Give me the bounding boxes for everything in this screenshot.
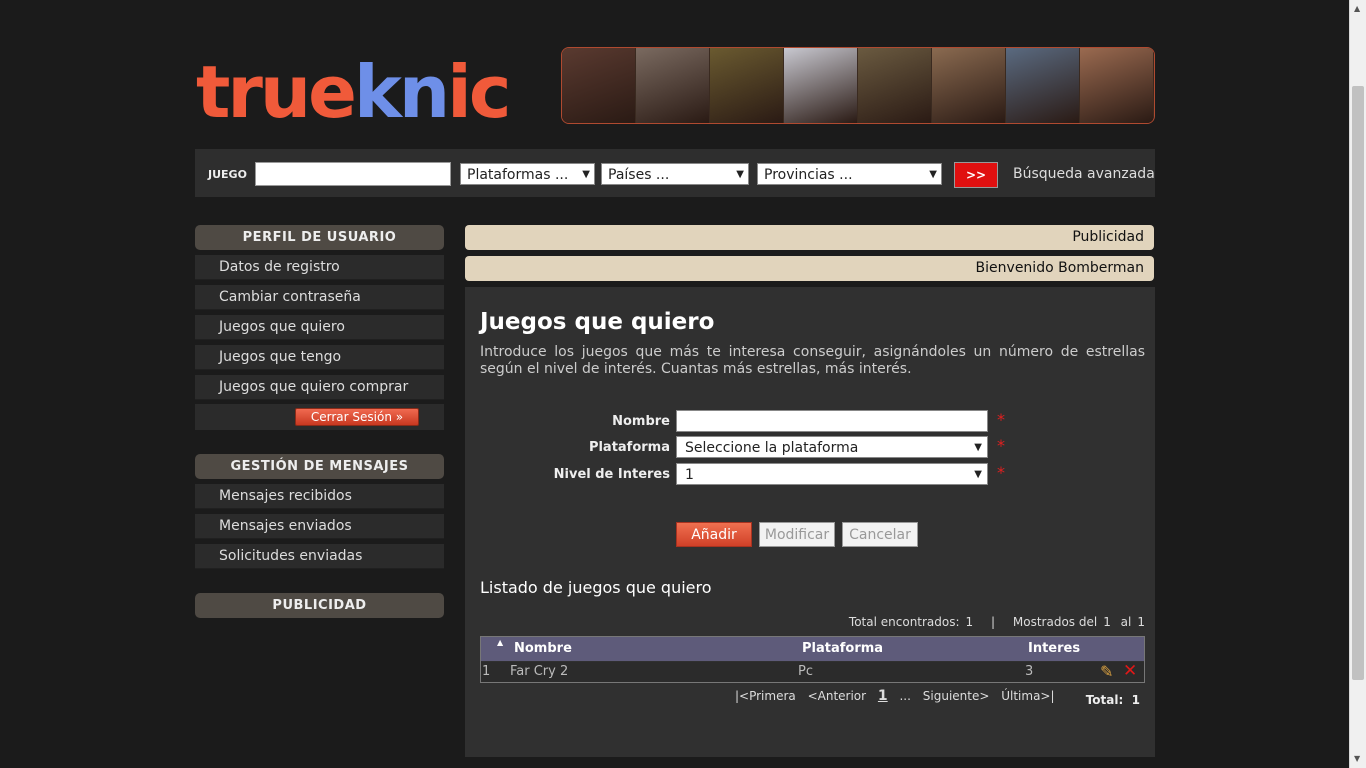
banner-character-image [1080,48,1154,123]
sidebar-item-owned-games[interactable]: Juegos que tengo [195,345,444,370]
platform-field[interactable]: Seleccione la plataforma ▼ [676,436,988,458]
banner-character-image [562,48,636,123]
search-bar: JUEGO Plataformas ... ▼ Países ... ▼ Provi… [195,149,1155,197]
search-label: JUEGO [208,168,247,181]
ads-section-title: PUBLICIDAD [195,593,444,618]
interest-level-label: Nivel de Interes [553,467,670,482]
delete-icon[interactable]: ✕ [1123,661,1137,681]
column-interest[interactable]: Interes [1028,641,1080,656]
site-logo[interactable]: trueknic [196,52,536,132]
banner-character-image [932,48,1006,123]
logout-row: Cerrar Sesión » [195,404,444,430]
main-panel: Juegos que quiero Introduce los juegos q… [465,287,1155,757]
list-title: Listado de juegos que quiero [480,578,712,597]
edit-pencil-icon[interactable]: ✎ [1100,662,1113,681]
sidebar-item-change-password[interactable]: Cambiar contraseña [195,285,444,310]
platform-select[interactable]: Plataformas ... ▼ [460,163,595,185]
dropdown-arrow-icon: ▼ [974,442,982,453]
results-summary: Total encontrados: 1 | Mostrados del 1 al 1 [848,615,1145,629]
sidebar-item-sent[interactable]: Mensajes enviados [195,514,444,539]
profile-section-title: PERFIL DE USUARIO [195,225,444,250]
column-platform[interactable]: Plataforma [802,641,883,656]
required-mark: * [997,463,1005,482]
cancel-button[interactable]: Cancelar [842,522,918,547]
banner-character-image [1006,48,1080,123]
ads-bar: Publicidad [465,225,1154,250]
banner-character-image [636,48,710,123]
table-row: 1 Far Cry 2 Pc 3 ✎ ✕ [481,661,1144,682]
row-index: 1 [482,664,491,679]
game-search-input[interactable] [255,162,451,186]
grand-total: Total: 1 [1085,693,1140,707]
pager-ellipsis: ... [899,689,911,703]
interest-level-field[interactable]: 1 ▼ [676,463,988,485]
page-scrollbar[interactable]: ▲ ▼ [1349,0,1366,768]
last-page-link[interactable]: Última>| [1001,689,1054,703]
row-platform: Pc [798,664,813,679]
dropdown-arrow-icon: ▼ [974,469,982,480]
banner-character-image [858,48,932,123]
pagination: |<Primera <Anterior 1 ... Siguiente> Últ… [735,688,1063,704]
row-interest: 3 [1025,664,1034,679]
first-page-link[interactable]: |<Primera [735,689,796,703]
sidebar-item-buy-games[interactable]: Juegos que quiero comprar [195,375,444,400]
scrollbar-thumb[interactable] [1352,86,1364,680]
province-select[interactable]: Provincias ... ▼ [757,163,942,185]
page-title: Juegos que quiero [480,309,715,335]
dropdown-arrow-icon: ▼ [582,169,590,180]
welcome-bar: Bienvenido Bomberman [465,256,1154,281]
name-field[interactable] [676,410,988,432]
sidebar-item-registration[interactable]: Datos de registro [195,255,444,280]
page-intro: Introduce los juegos que más te interesa… [480,344,1145,377]
column-name[interactable]: Nombre [514,641,572,656]
games-table: ▲ Nombre Plataforma Interes 1 Far Cry 2 … [480,636,1145,683]
platform-label: Plataforma [588,440,670,455]
required-mark: * [997,436,1005,455]
scroll-up-icon[interactable]: ▲ [1354,4,1360,13]
row-name: Far Cry 2 [510,664,569,679]
required-mark: * [997,410,1005,429]
scroll-down-icon[interactable]: ▼ [1354,754,1360,763]
current-page[interactable]: 1 [878,688,888,704]
messages-section-title: GESTIÓN DE MENSAJES [195,454,444,479]
add-button[interactable]: Añadir [676,522,752,547]
country-select[interactable]: Países ... ▼ [601,163,749,185]
dropdown-arrow-icon: ▼ [929,169,937,180]
sidebar-item-requests[interactable]: Solicitudes enviadas [195,544,444,569]
banner-character-image [710,48,784,123]
table-header: ▲ Nombre Plataforma Interes [481,637,1144,661]
logout-button[interactable]: Cerrar Sesión » [295,408,419,426]
search-button[interactable]: >> [954,162,998,188]
next-page-link[interactable]: Siguiente> [923,689,990,703]
sidebar-item-wanted-games[interactable]: Juegos que quiero [195,315,444,340]
dropdown-arrow-icon: ▼ [736,169,744,180]
prev-page-link[interactable]: <Anterior [808,689,867,703]
modify-button[interactable]: Modificar [759,522,835,547]
banner-character-image [784,48,858,123]
name-label: Nombre [612,414,670,429]
advanced-search-link[interactable]: Búsqueda avanzada [1013,166,1155,182]
sidebar-item-received[interactable]: Mensajes recibidos [195,484,444,509]
sort-asc-icon[interactable]: ▲ [497,638,503,647]
header-banner [561,47,1155,124]
